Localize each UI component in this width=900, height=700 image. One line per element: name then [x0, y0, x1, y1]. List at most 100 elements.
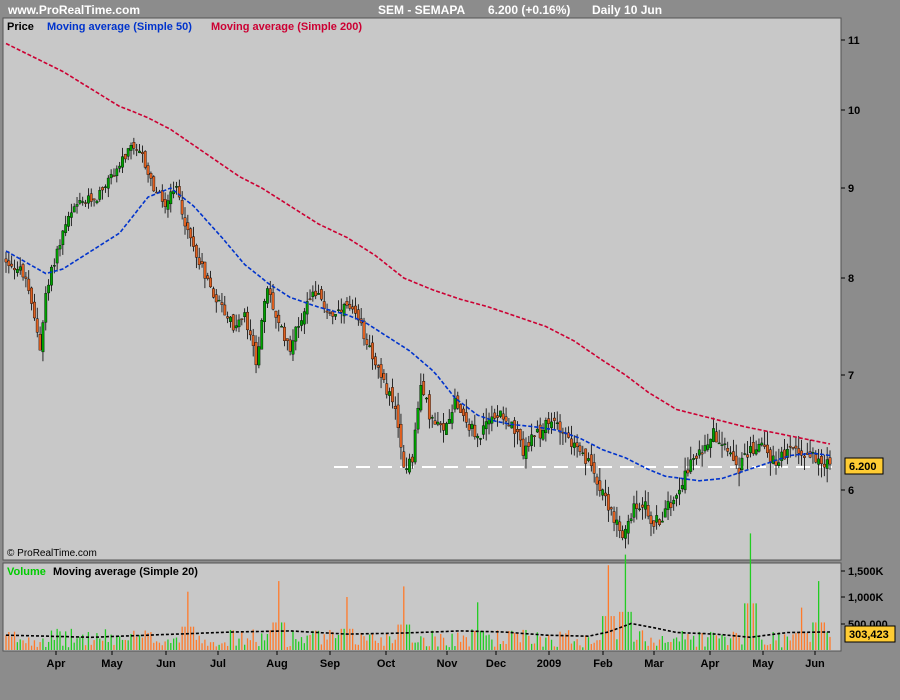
candle-body — [35, 318, 39, 333]
candle-body — [811, 452, 815, 454]
candle-body — [490, 416, 494, 424]
candle-body — [768, 449, 772, 463]
candle-body — [138, 150, 141, 154]
candle-body — [638, 508, 642, 511]
candle-body — [410, 456, 414, 463]
candle-body — [703, 445, 707, 452]
candle-body — [408, 458, 411, 473]
candle-body — [646, 505, 650, 517]
candle-body — [337, 309, 340, 311]
candle-body — [507, 424, 511, 427]
candle-body — [652, 520, 656, 527]
quote-text: 6.200 (+0.16%) — [488, 3, 570, 17]
candle-body — [592, 462, 596, 474]
candle-body — [803, 455, 806, 458]
candle-body — [746, 454, 750, 458]
candle-body — [7, 260, 11, 266]
candle-body — [442, 423, 445, 431]
candle-body — [101, 187, 105, 191]
candle-body — [61, 230, 65, 246]
candle-body — [663, 508, 667, 518]
candle-body — [513, 420, 517, 434]
time-tick: Apr — [701, 658, 721, 670]
candle-body — [689, 459, 693, 472]
candle-body — [214, 294, 218, 303]
candle-body — [695, 455, 698, 459]
candle-body — [660, 520, 664, 523]
candle-body — [729, 452, 732, 455]
price-tick: 8 — [848, 273, 854, 285]
candle-body — [462, 408, 465, 416]
candle-body — [263, 301, 266, 323]
candle-body — [416, 407, 420, 430]
price-panel[interactable] — [2, 17, 842, 561]
candle-body — [516, 429, 519, 433]
candle-body — [641, 504, 644, 508]
candle-body — [200, 261, 204, 264]
candle-body — [393, 406, 397, 409]
candle-body — [311, 291, 315, 298]
candle-body — [405, 468, 409, 471]
candle-body — [712, 428, 715, 442]
candle-body — [206, 275, 210, 279]
candle-body — [135, 149, 139, 151]
candle-body — [251, 335, 255, 346]
candle-body — [277, 314, 281, 324]
candle-body — [160, 190, 164, 202]
candle-body — [828, 457, 832, 465]
candle-body — [203, 261, 207, 279]
candle-body — [550, 421, 553, 428]
candle — [445, 421, 448, 435]
candle-body — [143, 151, 147, 168]
time-axis: Apr May Jun Jul Aug Sep Oct Nov Dec 2009… — [47, 651, 825, 670]
candle-body — [436, 421, 440, 425]
candle-body — [10, 263, 14, 267]
candle-body — [666, 500, 670, 510]
candle-body — [814, 454, 818, 463]
candle-body — [234, 325, 238, 329]
candle-body — [496, 415, 499, 418]
candle-body — [504, 416, 508, 422]
candle-body — [402, 451, 406, 468]
candle-body — [427, 394, 431, 420]
candle-body — [371, 342, 374, 360]
candle-body — [683, 470, 687, 491]
candle-body — [445, 423, 448, 435]
candle-body — [47, 284, 51, 294]
candle-body — [166, 200, 170, 210]
candle-body — [58, 245, 62, 250]
candle-body — [643, 501, 647, 510]
candle-body — [13, 267, 16, 271]
candle-body — [649, 515, 653, 524]
candle-body — [447, 419, 451, 424]
candle — [459, 403, 463, 413]
candle-body — [808, 451, 812, 458]
candle-body — [822, 463, 826, 468]
candle-body — [260, 320, 264, 350]
candle-body — [734, 455, 738, 465]
candle-body — [743, 453, 747, 455]
candle-body — [15, 269, 19, 273]
candle-body — [675, 495, 678, 499]
candle-body — [584, 448, 588, 464]
candle-body — [129, 145, 133, 151]
volume-axis: 500,000 1,000K 1,500K — [841, 566, 888, 631]
candle-body — [285, 338, 289, 341]
stock-chart: www.ProRealTime.com SEM - SEMAPA 6.200 (… — [2, 3, 896, 670]
candle-body — [50, 266, 53, 286]
candle-body — [354, 305, 357, 314]
candle-body — [552, 417, 556, 421]
candle-body — [453, 397, 457, 410]
time-tick: May — [752, 658, 774, 670]
candle-body — [300, 320, 303, 326]
candle-body — [334, 314, 337, 317]
candle-body — [146, 165, 150, 175]
candle-body — [751, 442, 755, 454]
candle-body — [709, 438, 713, 448]
candle-body — [86, 195, 90, 204]
candle-body — [581, 452, 585, 455]
candle-body — [598, 480, 602, 491]
candle-body — [319, 289, 323, 300]
candle-body — [226, 316, 230, 319]
candle-body — [788, 445, 792, 448]
